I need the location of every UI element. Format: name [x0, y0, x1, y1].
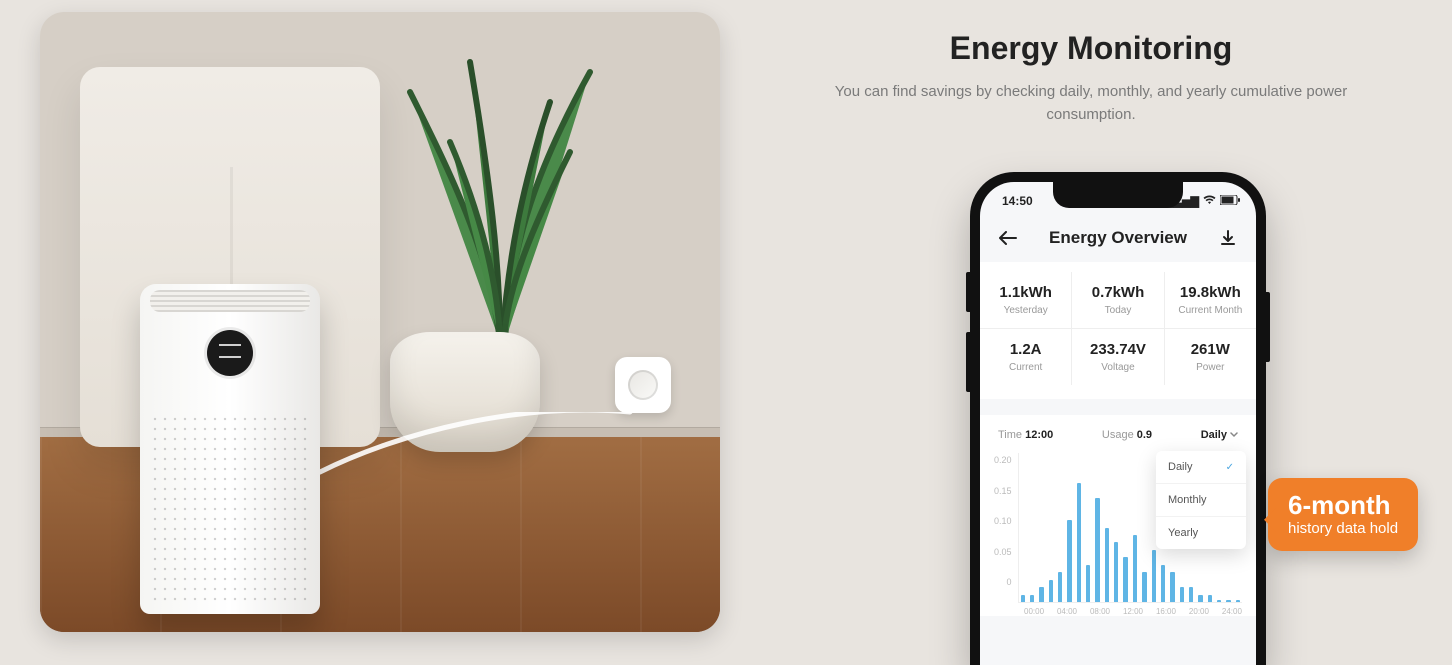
chart-bar[interactable]: [1095, 498, 1099, 602]
chart-header: Time 12:00 Usage 0.9 Daily: [994, 429, 1242, 441]
metric-today[interactable]: 0.7kWh Today: [1072, 272, 1164, 328]
smart-plug: [615, 357, 671, 413]
chart-bar[interactable]: [1161, 565, 1165, 602]
plant-pot: [390, 332, 540, 452]
chart-bar[interactable]: [1105, 528, 1109, 603]
chart-bar[interactable]: [1152, 550, 1156, 602]
app-header: Energy Overview: [980, 212, 1256, 262]
chart-bar[interactable]: [1142, 572, 1146, 602]
chart-bar[interactable]: [1170, 572, 1174, 602]
app-title: Energy Overview: [1049, 228, 1187, 248]
chart-card: Time 12:00 Usage 0.9 Daily Daily ✓: [980, 415, 1256, 616]
download-icon[interactable]: [1218, 228, 1238, 248]
chart-bar[interactable]: [1021, 595, 1025, 602]
chevron-down-icon: [1230, 432, 1238, 438]
metrics-panel: 1.1kWh Yesterday 0.7kWh Today 19.8kWh Cu…: [980, 262, 1256, 399]
back-icon[interactable]: [998, 228, 1018, 248]
section-heading: Energy Monitoring You can find savings b…: [760, 30, 1422, 126]
range-dropdown-menu: Daily ✓ Monthly Yearly: [1156, 451, 1246, 549]
phone-notch: [1053, 182, 1183, 208]
chart-bar[interactable]: [1077, 483, 1081, 602]
chart-bar[interactable]: [1180, 587, 1184, 602]
status-time: 14:50: [1002, 194, 1033, 208]
chart-usage: Usage 0.9: [1102, 429, 1152, 441]
phone-screen: 14:50 ▁▃▅▇ Energy Overview: [980, 182, 1256, 665]
check-icon: ✓: [1226, 462, 1234, 473]
section-title: Energy Monitoring: [760, 30, 1422, 67]
chart-bar[interactable]: [1208, 595, 1212, 602]
chart-bar[interactable]: [1049, 580, 1053, 602]
dropdown-option-monthly[interactable]: Monthly: [1156, 484, 1246, 517]
section-subtitle: You can find savings by checking daily, …: [811, 81, 1371, 126]
callout-title: 6-month: [1288, 492, 1398, 518]
chart-time: Time 12:00: [998, 429, 1053, 441]
chart-y-axis: 0.200.150.100.050: [994, 453, 1018, 603]
purifier-display-icon: [207, 330, 253, 376]
plant-icon: [380, 32, 620, 352]
range-dropdown[interactable]: Daily: [1201, 429, 1238, 441]
chart-bar[interactable]: [1133, 535, 1137, 602]
phone-mockup: 14:50 ▁▃▅▇ Energy Overview: [970, 172, 1266, 665]
metric-power[interactable]: 261W Power: [1165, 329, 1256, 385]
feature-callout: 6-month history data hold: [1268, 478, 1418, 551]
dropdown-option-yearly[interactable]: Yearly: [1156, 517, 1246, 549]
chart-bar[interactable]: [1058, 572, 1062, 602]
wifi-icon: [1203, 195, 1216, 208]
callout-subtitle: history data hold: [1288, 520, 1398, 537]
product-illustration: [40, 12, 720, 632]
metric-current-month[interactable]: 19.8kWh Current Month: [1165, 272, 1256, 328]
battery-icon: [1220, 195, 1240, 208]
metric-voltage[interactable]: 233.74V Voltage: [1072, 329, 1164, 385]
chart-bar[interactable]: [1067, 520, 1071, 602]
metric-row: 1.2A Current 233.74V Voltage 261W Power: [980, 329, 1256, 385]
chart-bar[interactable]: [1039, 587, 1043, 602]
chart-bar[interactable]: [1198, 595, 1202, 602]
chart-bar[interactable]: [1086, 565, 1090, 602]
chart-bar[interactable]: [1189, 587, 1193, 602]
chart-bar[interactable]: [1123, 557, 1127, 602]
dropdown-option-daily[interactable]: Daily ✓: [1156, 451, 1246, 484]
chart-bar[interactable]: [1236, 600, 1240, 602]
chart-bar[interactable]: [1226, 600, 1230, 602]
metric-yesterday[interactable]: 1.1kWh Yesterday: [980, 272, 1072, 328]
chart-x-axis: 00:0004:0008:0012:0016:0020:0024:00: [994, 603, 1242, 616]
metric-row: 1.1kWh Yesterday 0.7kWh Today 19.8kWh Cu…: [980, 272, 1256, 329]
chart-bar[interactable]: [1217, 600, 1221, 602]
chart-bar[interactable]: [1030, 595, 1034, 602]
air-purifier: [140, 284, 320, 614]
chart-bar[interactable]: [1114, 542, 1118, 602]
metric-current[interactable]: 1.2A Current: [980, 329, 1072, 385]
